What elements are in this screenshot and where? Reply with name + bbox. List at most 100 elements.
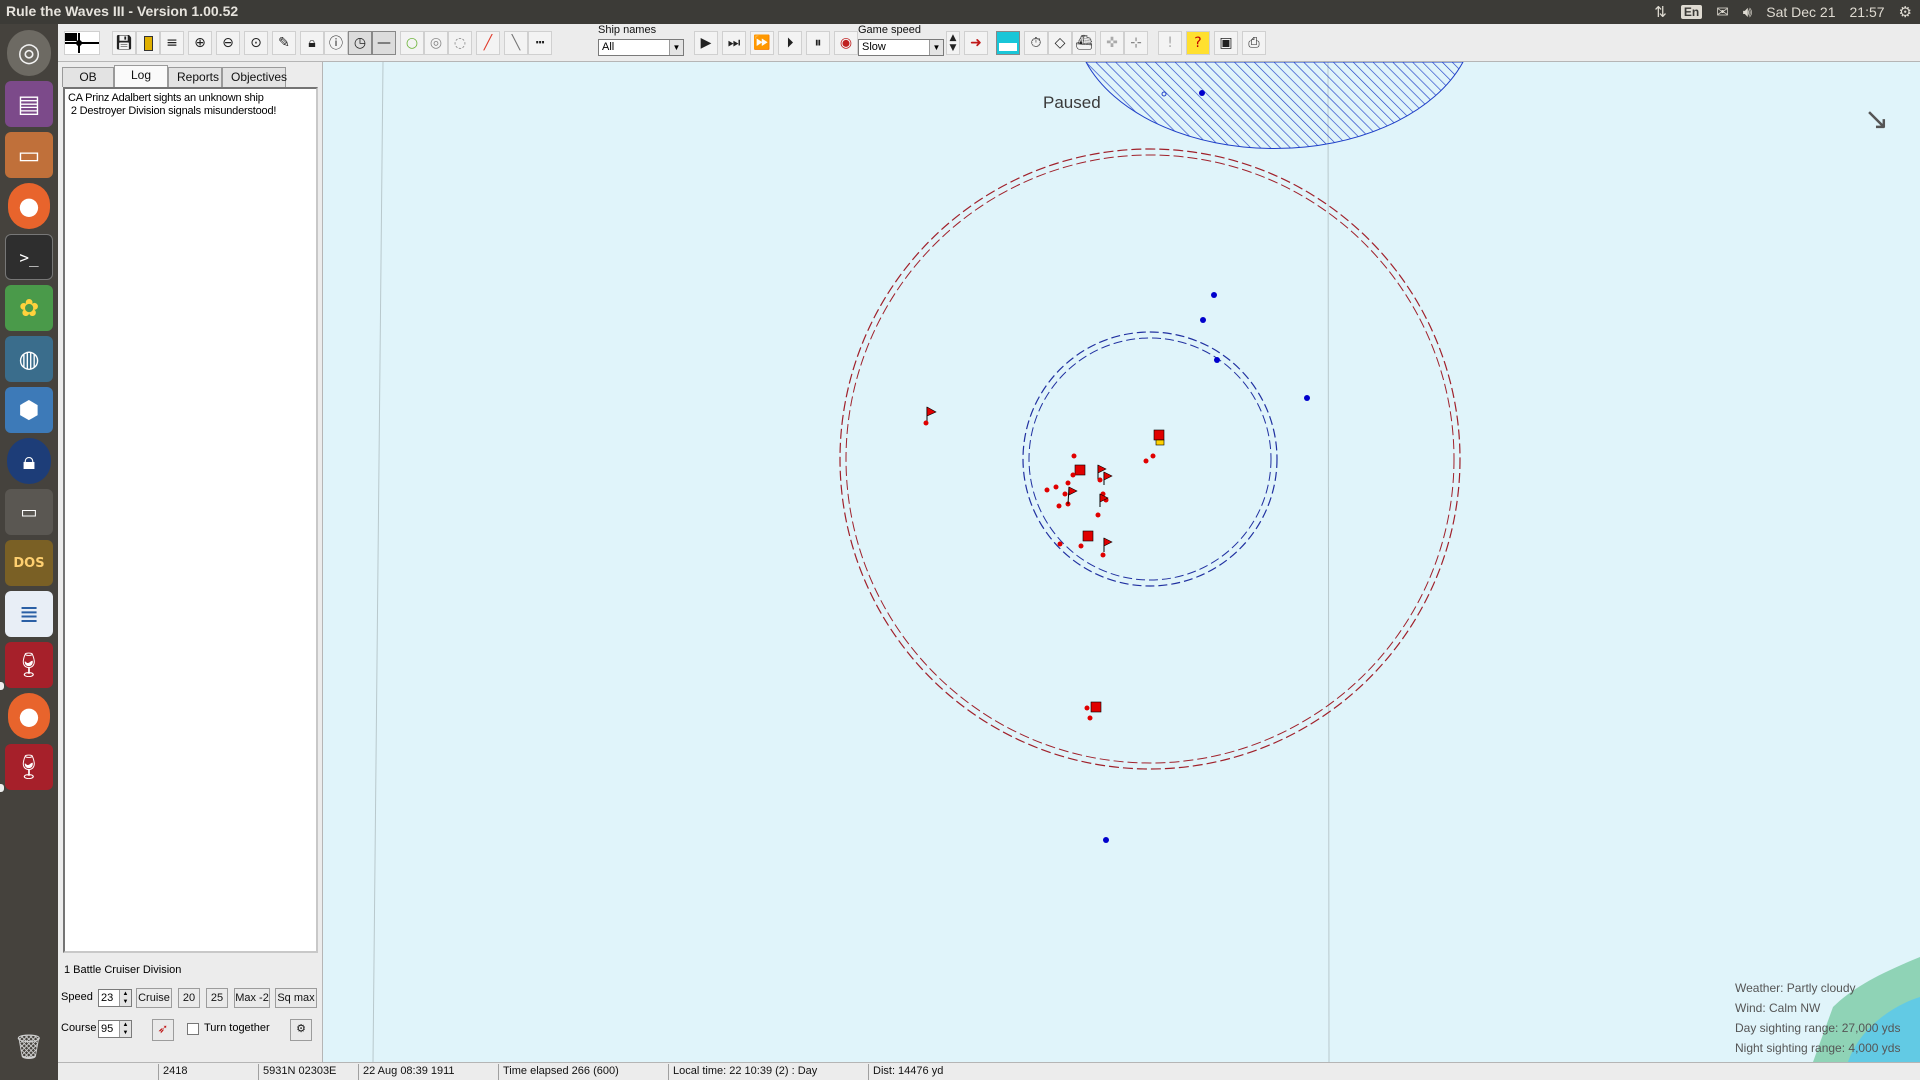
set-course-cursor-icon[interactable]: ➶ bbox=[152, 1019, 174, 1041]
chevron-down-icon[interactable]: ▼ bbox=[669, 40, 683, 55]
line-tool-icon[interactable]: — bbox=[372, 31, 396, 55]
volume-icon[interactable]: 🔊︎ bbox=[1743, 4, 1752, 21]
turn-together-checkbox[interactable] bbox=[187, 1023, 199, 1035]
brush-icon[interactable]: ✎ bbox=[272, 31, 296, 55]
red-line-icon[interactable]: ╱ bbox=[476, 31, 500, 55]
pause-icon[interactable]: ⏸ bbox=[806, 31, 830, 55]
tab-objectives[interactable]: Objectives bbox=[222, 67, 287, 87]
enemy-contact[interactable] bbox=[1200, 317, 1206, 323]
log-list[interactable]: CA Prinz Adalbert sights an unknown ship… bbox=[63, 87, 318, 953]
speed-updown-icon[interactable]: ▲ ▼ bbox=[946, 31, 960, 55]
skip-forward-icon[interactable]: ⏵ bbox=[778, 31, 802, 55]
stepper-arrows-icon[interactable]: ▲ ▼ bbox=[119, 990, 131, 1006]
left-panel: OB Log Reports Objectives CA Prinz Adalb… bbox=[58, 62, 323, 1062]
settings-gear-icon[interactable]: ⚙ bbox=[1899, 3, 1912, 21]
firefox-icon[interactable]: ● bbox=[8, 693, 50, 739]
ship-list-icon[interactable]: ≡ bbox=[160, 31, 184, 55]
window-app-icon[interactable]: ▭ bbox=[5, 489, 53, 535]
clock-icon[interactable]: ◷ bbox=[348, 31, 372, 55]
text-editor-icon[interactable]: ≣ bbox=[5, 591, 53, 637]
green-circle-icon[interactable]: ○ bbox=[400, 31, 424, 55]
mail-icon[interactable]: ✉ bbox=[1716, 3, 1729, 21]
paused-indicator: Paused bbox=[1043, 93, 1101, 112]
max-minus-2-button[interactable]: Max -2 bbox=[234, 988, 270, 1008]
lock-icon[interactable]: 🔒︎ bbox=[300, 31, 324, 55]
formation-add-icon[interactable]: ⊹ bbox=[1124, 31, 1148, 55]
firefox-icon[interactable]: ● bbox=[8, 183, 50, 229]
own-ship-flag[interactable] bbox=[923, 406, 937, 426]
speed-20-button[interactable]: 20 bbox=[178, 988, 200, 1008]
ship-names-label: Ship names bbox=[598, 24, 657, 36]
speed-stepper[interactable]: 23 ▲ ▼ bbox=[98, 989, 132, 1007]
play-icon[interactable]: ▶ bbox=[694, 31, 718, 55]
color-app-icon[interactable]: ✿ bbox=[5, 285, 53, 331]
fast-forward-icon[interactable]: ⏩ bbox=[750, 31, 774, 55]
zoom-in-icon[interactable]: ⊕ bbox=[188, 31, 212, 55]
help-icon[interactable]: ? bbox=[1186, 31, 1210, 55]
enemy-contact[interactable] bbox=[1199, 90, 1205, 96]
network-icon[interactable]: ⇅ bbox=[1654, 3, 1667, 21]
dosbox-icon[interactable]: DOS bbox=[5, 540, 53, 586]
red-arrow-icon[interactable]: ➜ bbox=[964, 31, 988, 55]
map-canvas[interactable] bbox=[323, 62, 1920, 1062]
own-detached-division[interactable] bbox=[1084, 701, 1102, 721]
status-distance: Dist: 14476 yd bbox=[868, 1064, 1068, 1080]
enemy-contact[interactable] bbox=[1304, 395, 1310, 401]
dash-line-icon[interactable]: ┅ bbox=[528, 31, 552, 55]
torpedo-range-icon[interactable]: ◌ bbox=[448, 31, 472, 55]
speed-25-button[interactable]: 25 bbox=[206, 988, 228, 1008]
sea-view-icon[interactable] bbox=[996, 31, 1020, 55]
own-division-flag[interactable] bbox=[1143, 429, 1165, 464]
flag-disabled-icon[interactable]: ! bbox=[1158, 31, 1182, 55]
selected-unit-name: 1 Battle Cruiser Division bbox=[64, 964, 182, 976]
enemy-contact[interactable] bbox=[1211, 292, 1217, 298]
tab-log[interactable]: Log bbox=[114, 65, 168, 87]
enemy-contact[interactable] bbox=[1103, 837, 1109, 843]
panel-date[interactable]: Sat Dec 21 bbox=[1766, 4, 1835, 20]
weather-info: Weather: Partly cloudy Wind: Calm NW Day… bbox=[1735, 978, 1900, 1058]
sq-max-button[interactable]: Sq max bbox=[275, 988, 317, 1008]
step-forward-icon[interactable]: ⏭ bbox=[722, 31, 746, 55]
range-circle-icon[interactable]: ◎ bbox=[424, 31, 448, 55]
lock-icon[interactable]: 🔒︎ bbox=[7, 438, 51, 484]
gear-icon[interactable]: ⚙ bbox=[290, 1019, 312, 1041]
ship-names-select[interactable]: All ▼ bbox=[598, 39, 684, 56]
grey-line-icon[interactable]: ╲ bbox=[504, 31, 528, 55]
game-speed-select[interactable]: Slow ▼ bbox=[858, 39, 944, 56]
info-circle-icon[interactable]: ⓘ bbox=[324, 31, 348, 55]
enemy-contact[interactable] bbox=[1214, 357, 1220, 363]
nation-flag-icon[interactable] bbox=[64, 31, 100, 55]
alarm-icon[interactable]: ◉ bbox=[834, 31, 858, 55]
stepper-arrows-icon[interactable]: ▲ ▼ bbox=[119, 1021, 131, 1037]
zoom-out-icon[interactable]: ⊖ bbox=[216, 31, 240, 55]
zoom-reset-icon[interactable]: ⊙ bbox=[244, 31, 268, 55]
panel-time[interactable]: 21:57 bbox=[1850, 4, 1885, 20]
diagonal-arrow-icon[interactable]: ↘ bbox=[1864, 102, 1889, 137]
report-icon[interactable]: ▣ bbox=[1214, 31, 1238, 55]
chevron-down-icon[interactable]: ▼ bbox=[929, 40, 943, 55]
virtualbox-icon[interactable]: ⬢ bbox=[5, 387, 53, 433]
own-main-fleet[interactable] bbox=[1044, 453, 1113, 558]
terminal-icon[interactable]: >_ bbox=[5, 234, 53, 280]
tab-ob[interactable]: OB bbox=[62, 67, 114, 87]
cruise-speed-button[interactable]: Cruise bbox=[136, 988, 172, 1008]
save-icon[interactable]: 💾︎ bbox=[112, 31, 136, 55]
eraser-icon[interactable]: ◇ bbox=[1048, 31, 1072, 55]
ship-silhouette-icon[interactable]: ⛴ bbox=[1072, 31, 1096, 55]
archive-icon[interactable]: ▭ bbox=[5, 132, 53, 178]
formation-icon[interactable]: ✜ bbox=[1100, 31, 1124, 55]
wine-glass-icon[interactable]: 🍷︎ bbox=[5, 642, 53, 688]
steam-icon[interactable]: ◍ bbox=[5, 336, 53, 382]
trash-icon[interactable]: 🗑︎ bbox=[5, 1024, 53, 1070]
exit-door-icon[interactable] bbox=[136, 31, 160, 55]
wine-glass-icon[interactable]: 🍷︎ bbox=[5, 744, 53, 790]
battle-map[interactable]: Paused ↘ Weather: Partly cloudy Wind: Ca… bbox=[323, 62, 1920, 1062]
status-empty bbox=[58, 1064, 158, 1080]
ubuntu-home-icon[interactable]: ◎ bbox=[7, 30, 51, 76]
files-manager-icon[interactable]: ▤ bbox=[5, 81, 53, 127]
print-icon[interactable]: ⎙ bbox=[1242, 31, 1266, 55]
stopwatch-icon[interactable]: ⏱ bbox=[1024, 31, 1048, 55]
keyboard-layout-indicator[interactable]: En bbox=[1680, 5, 1703, 19]
course-stepper[interactable]: 95 ▲ ▼ bbox=[98, 1020, 132, 1038]
tab-reports[interactable]: Reports bbox=[168, 67, 222, 87]
